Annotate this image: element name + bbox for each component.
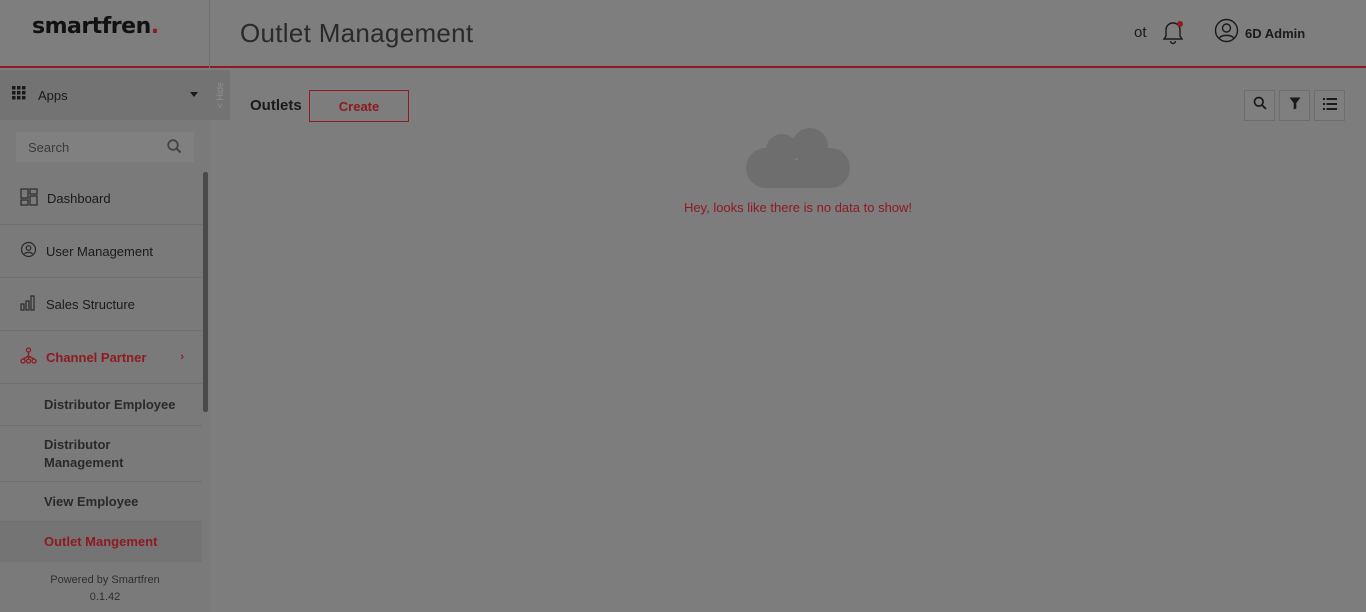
sidebar-item-dashboard[interactable]: Dashboard xyxy=(0,172,202,225)
empty-state-message: Hey, looks like there is no data to show… xyxy=(683,200,913,215)
logo-area: smartfren. xyxy=(0,0,210,68)
user-gear-icon xyxy=(20,241,37,261)
sidebar-item-label: Channel Partner xyxy=(46,349,147,365)
chevron-right-icon: › xyxy=(180,351,184,363)
search-input[interactable] xyxy=(28,139,168,155)
page-title: Outlet Management xyxy=(240,18,474,48)
empty-state-cloud-icon xyxy=(742,126,854,190)
apps-label: Apps xyxy=(38,87,68,103)
sidebar-subitem-label: Distributor Employee xyxy=(44,396,176,412)
sidebar-item-channel-partner[interactable]: Channel Partner › xyxy=(0,331,202,384)
status-text: ot xyxy=(1134,24,1147,41)
search-button[interactable] xyxy=(1244,90,1275,121)
notification-bell-icon[interactable] xyxy=(1160,20,1186,46)
user-menu[interactable]: 6D Admin xyxy=(1214,18,1306,48)
brand-name: smartfren xyxy=(32,14,151,39)
notification-dot xyxy=(1177,21,1183,27)
user-name: 6D Admin xyxy=(1245,25,1306,41)
powered-by-text: Powered by Smartfren xyxy=(50,574,160,586)
hide-label: < Hide xyxy=(215,81,225,109)
bar-chart-icon xyxy=(20,294,37,314)
sidebar-subitem-label: View Employee xyxy=(44,493,139,509)
sidebar-item-label: Sales Structure xyxy=(46,296,135,312)
sidebar-subitem-label: Distributor Management xyxy=(44,436,124,470)
sidebar-item-label: Dashboard xyxy=(47,190,111,206)
sidebar-scrollbar[interactable] xyxy=(203,172,208,412)
version-text: 0.1.42 xyxy=(89,591,121,603)
top-bar: smartfren. Outlet Management ot 6D Admin xyxy=(0,0,1366,68)
hide-sidebar-toggle[interactable]: < Hide xyxy=(210,70,230,120)
sidebar-subitem-outlet-management[interactable]: Outlet Mangement xyxy=(0,522,202,562)
sidebar: Apps < Hide Dashboard User Management Sa… xyxy=(0,70,230,612)
grid-icon xyxy=(12,85,26,105)
section-title: Outlets xyxy=(250,97,302,114)
sidebar-subitem-view-employee[interactable]: View Employee xyxy=(0,482,202,522)
sidebar-item-user-management[interactable]: User Management xyxy=(0,225,202,278)
network-icon xyxy=(20,347,37,367)
sidebar-subitem-distributor-employee[interactable]: Distributor Employee xyxy=(0,384,202,426)
list-icon xyxy=(1322,97,1337,115)
filter-button[interactable] xyxy=(1279,90,1310,121)
search-icon[interactable] xyxy=(167,139,182,159)
filter-icon xyxy=(1289,97,1301,115)
create-button[interactable]: Create xyxy=(309,90,409,122)
user-avatar-icon xyxy=(1214,18,1239,48)
sidebar-search xyxy=(16,132,194,162)
sidebar-subitem-distributor-management[interactable]: Distributor Management xyxy=(0,426,202,482)
footer-powered-by: Powered by Smartfren 0.1.42 xyxy=(0,572,210,606)
list-view-button[interactable] xyxy=(1314,90,1345,121)
caret-down-icon xyxy=(190,92,198,97)
sidebar-item-label: User Management xyxy=(46,243,153,259)
brand-logo[interactable]: smartfren. xyxy=(32,14,159,39)
sidebar-subitem-label: Outlet Mangement xyxy=(44,534,158,549)
sidebar-item-sales-structure[interactable]: Sales Structure xyxy=(0,278,202,331)
dashboard-icon xyxy=(20,187,38,209)
apps-switcher[interactable]: Apps xyxy=(0,70,230,120)
search-icon xyxy=(1253,96,1267,115)
brand-dot: . xyxy=(150,14,159,39)
